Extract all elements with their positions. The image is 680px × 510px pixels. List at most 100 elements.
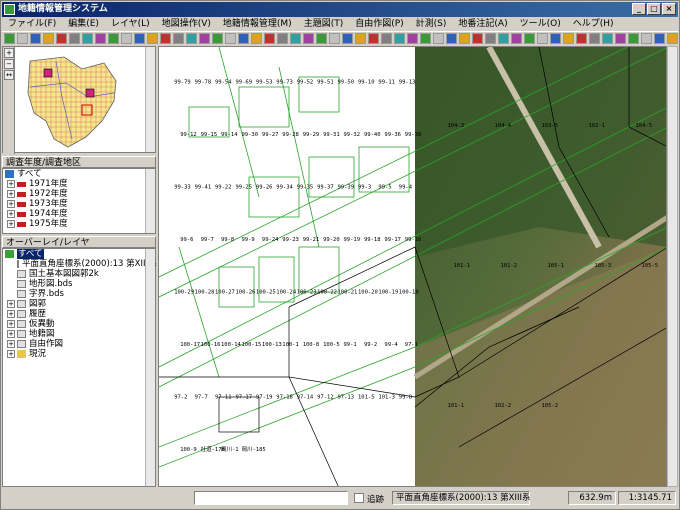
menu-map-operation[interactable]: 地図操作(V) bbox=[156, 17, 217, 31]
toolbar-tool-icon[interactable] bbox=[160, 33, 171, 44]
toolbar-tool-icon[interactable] bbox=[69, 33, 80, 44]
layer-group[interactable]: + 図郭 bbox=[3, 299, 155, 309]
toolbar-tool-icon[interactable] bbox=[108, 33, 119, 44]
toolbar-tool-icon[interactable] bbox=[446, 33, 457, 44]
toolbar-tool-icon[interactable] bbox=[472, 33, 483, 44]
menu-cadastral-management[interactable]: 地籍情報管理(M) bbox=[217, 17, 298, 31]
menu-free-drawing[interactable]: 自由作図(P) bbox=[349, 17, 409, 31]
toolbar-tool-icon[interactable] bbox=[537, 33, 548, 44]
layer-group[interactable]: + 地籍図 bbox=[3, 329, 155, 339]
toolbar-tool-icon[interactable] bbox=[173, 33, 184, 44]
toolbar-tool-icon[interactable] bbox=[498, 33, 509, 44]
year-item[interactable]: + 1972年度 bbox=[3, 189, 155, 199]
toolbar-tool-icon[interactable] bbox=[589, 33, 600, 44]
layer-group[interactable]: + 履歴 bbox=[3, 309, 155, 319]
status-input[interactable] bbox=[194, 491, 348, 505]
expand-icon[interactable]: + bbox=[7, 200, 15, 208]
toolbar-tool-icon[interactable] bbox=[186, 33, 197, 44]
toolbar-tool-icon[interactable] bbox=[303, 33, 314, 44]
expand-icon[interactable]: + bbox=[7, 210, 15, 218]
layer-group[interactable]: + 自由作図 bbox=[3, 339, 155, 349]
toolbar-tool-icon[interactable] bbox=[485, 33, 496, 44]
year-item[interactable]: + 1971年度 bbox=[3, 179, 155, 189]
year-item-all[interactable]: すべて bbox=[3, 169, 155, 179]
toolbar-tool-icon[interactable] bbox=[576, 33, 587, 44]
toolbar-tool-icon[interactable] bbox=[615, 33, 626, 44]
toolbar-tool-icon[interactable] bbox=[628, 33, 639, 44]
minimize-button[interactable]: _ bbox=[632, 3, 646, 15]
zoom-out-icon[interactable]: − bbox=[4, 59, 14, 69]
layer-item-all[interactable]: すべて bbox=[3, 249, 155, 259]
expand-icon[interactable]: + bbox=[7, 310, 15, 318]
toolbar-tool-icon[interactable] bbox=[17, 33, 28, 44]
expand-icon[interactable]: + bbox=[7, 220, 15, 228]
year-item[interactable]: + 1975年度 bbox=[3, 219, 155, 229]
layer-item[interactable]: 平面直角座標系(2000):13 第XIII系 bbox=[3, 259, 157, 269]
toolbar-tool-icon[interactable] bbox=[56, 33, 67, 44]
expand-icon[interactable]: + bbox=[7, 300, 15, 308]
toolbar-tool-icon[interactable] bbox=[264, 33, 275, 44]
overview-map[interactable]: + − ↔ bbox=[2, 46, 156, 154]
pan-icon[interactable]: ↔ bbox=[4, 70, 14, 80]
toolbar-tool-icon[interactable] bbox=[550, 33, 561, 44]
expand-icon[interactable]: + bbox=[7, 180, 15, 188]
toolbar-tool-icon[interactable] bbox=[407, 33, 418, 44]
years-scrollbar[interactable] bbox=[145, 169, 155, 233]
toolbar-tool-icon[interactable] bbox=[225, 33, 236, 44]
layers-scrollbar[interactable] bbox=[145, 249, 155, 486]
menu-help[interactable]: ヘルプ(H) bbox=[567, 17, 620, 31]
maximize-button[interactable]: □ bbox=[647, 3, 661, 15]
toolbar-tool-icon[interactable] bbox=[121, 33, 132, 44]
toolbar-tool-icon[interactable] bbox=[277, 33, 288, 44]
expand-icon[interactable]: + bbox=[7, 190, 15, 198]
toolbar-tool-icon[interactable] bbox=[95, 33, 106, 44]
toolbar-tool-icon[interactable] bbox=[420, 33, 431, 44]
toolbar-tool-icon[interactable] bbox=[251, 33, 262, 44]
overview-scrollbar[interactable] bbox=[145, 47, 155, 152]
menu-file[interactable]: ファイル(F) bbox=[2, 17, 62, 31]
toolbar-tool-icon[interactable] bbox=[667, 33, 678, 44]
toolbar-tool-icon[interactable] bbox=[82, 33, 93, 44]
menu-layer[interactable]: レイヤ(L) bbox=[105, 17, 156, 31]
menu-measure[interactable]: 計測(S) bbox=[410, 17, 453, 31]
expand-icon[interactable]: + bbox=[7, 350, 15, 358]
menu-lot-annotation[interactable]: 地番注記(A) bbox=[452, 17, 513, 31]
year-item[interactable]: + 1973年度 bbox=[3, 199, 155, 209]
layer-item[interactable]: 字界.bds bbox=[3, 289, 155, 299]
toolbar-tool-icon[interactable] bbox=[394, 33, 405, 44]
toolbar-tool-icon[interactable] bbox=[641, 33, 652, 44]
map-view[interactable]: 99-79 99-78 99-54 99-69 99-53 99-73 99-52 99-51… bbox=[158, 46, 667, 487]
expand-icon[interactable]: + bbox=[7, 320, 15, 328]
toolbar-tool-icon[interactable] bbox=[238, 33, 249, 44]
expand-icon[interactable]: + bbox=[7, 330, 15, 338]
map-scrollbar[interactable] bbox=[667, 46, 678, 487]
toolbar-tool-icon[interactable] bbox=[368, 33, 379, 44]
toolbar-tool-icon[interactable] bbox=[134, 33, 145, 44]
toolbar-tool-icon[interactable] bbox=[355, 33, 366, 44]
trace-checkbox[interactable] bbox=[354, 493, 364, 503]
expand-icon[interactable]: + bbox=[7, 340, 15, 348]
toolbar-tool-icon[interactable] bbox=[290, 33, 301, 44]
toolbar-tool-icon[interactable] bbox=[43, 33, 54, 44]
menu-edit[interactable]: 編集(E) bbox=[62, 17, 105, 31]
toolbar-tool-icon[interactable] bbox=[433, 33, 444, 44]
close-button[interactable]: × bbox=[662, 3, 676, 15]
toolbar-tool-icon[interactable] bbox=[4, 33, 15, 44]
toolbar-tool-icon[interactable] bbox=[199, 33, 210, 44]
toolbar-tool-icon[interactable] bbox=[459, 33, 470, 44]
year-item[interactable]: + 1974年度 bbox=[3, 209, 155, 219]
menu-tools[interactable]: ツール(O) bbox=[514, 17, 567, 31]
layer-group[interactable]: + 仮異動 bbox=[3, 319, 155, 329]
toolbar-tool-icon[interactable] bbox=[524, 33, 535, 44]
toolbar-tool-icon[interactable] bbox=[212, 33, 223, 44]
toolbar-tool-icon[interactable] bbox=[381, 33, 392, 44]
toolbar-tool-icon[interactable] bbox=[563, 33, 574, 44]
toolbar-tool-icon[interactable] bbox=[316, 33, 327, 44]
menu-thematic-map[interactable]: 主題図(T) bbox=[298, 17, 350, 31]
layer-item[interactable]: 国土基本図図郭2k bbox=[3, 269, 155, 279]
toolbar-tool-icon[interactable] bbox=[602, 33, 613, 44]
toolbar-tool-icon[interactable] bbox=[654, 33, 665, 44]
layer-item[interactable]: 地形図.bds bbox=[3, 279, 155, 289]
zoom-in-icon[interactable]: + bbox=[4, 48, 14, 58]
toolbar-tool-icon[interactable] bbox=[329, 33, 340, 44]
